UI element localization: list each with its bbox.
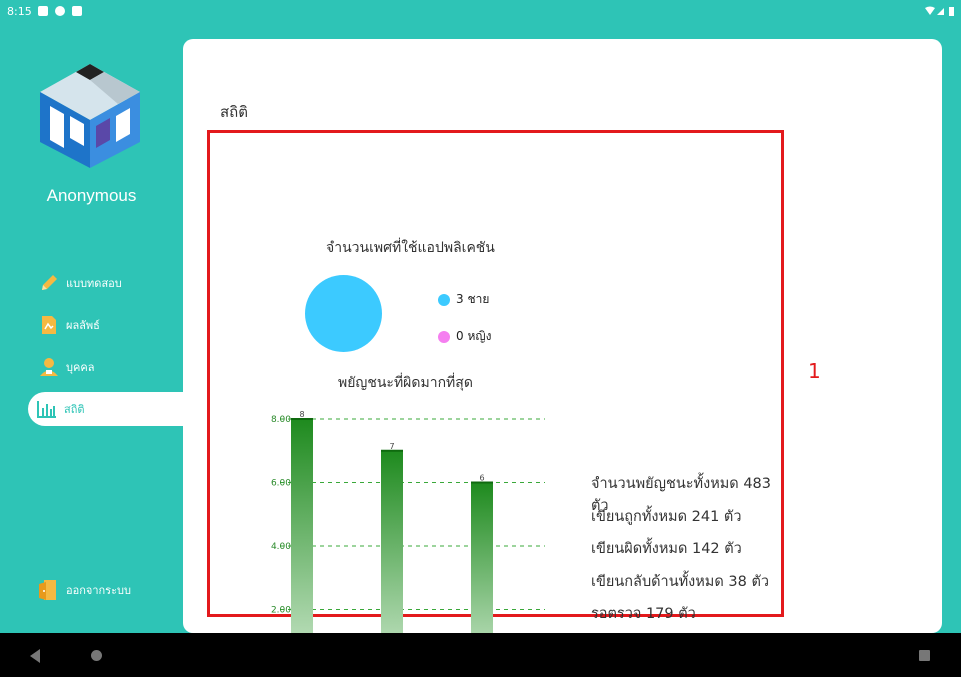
y-tick-label: 2.00: [271, 606, 291, 616]
page-title: สถิติ: [220, 103, 248, 121]
logout-label: ออกจากระบบ: [66, 584, 131, 597]
signal-battery-icon: [925, 6, 954, 16]
sidebar-item-statistics[interactable]: สถิติ: [28, 392, 183, 426]
sidebar-item-label: ผลลัพธ์: [66, 319, 100, 332]
home-icon[interactable]: [91, 650, 102, 661]
legend-item-male: 3 ชาย: [438, 290, 489, 309]
legend-label: 3 ชาย: [456, 292, 490, 306]
logout-button[interactable]: ออกจากระบบ: [30, 573, 183, 607]
door-exit-icon: [38, 579, 60, 601]
bar-value-label: 6: [479, 474, 484, 483]
stat-reversed: เขียนกลับด้านทั้งหมด 38 ตัว: [591, 573, 770, 590]
recent-apps-icon[interactable]: [919, 650, 930, 661]
legend-item-female: 0 หญิง: [438, 327, 491, 346]
sidebar-item-label: สถิติ: [64, 403, 85, 416]
bar-chart-title: พยัญชนะที่ผิดมากที่สุด: [338, 375, 473, 391]
pie-chart-title: จำนวนเพศที่ใช้แอปพลิเคชัน: [326, 240, 495, 256]
pencil-icon: [38, 272, 60, 294]
status-bar: 8:15: [0, 0, 961, 24]
bar-value-label: 8: [299, 410, 304, 419]
main-card: สถิติ จำนวนเพศที่ใช้แอปพลิเคชัน 3 ชาย 0 …: [183, 39, 942, 677]
sidebar-item-results[interactable]: ผลลัพธ์: [30, 308, 183, 342]
bar-value-label: 7: [389, 442, 394, 451]
app-logo-icon: [40, 64, 140, 168]
notification-icon: [38, 6, 48, 16]
y-tick-label: 4.00: [271, 542, 291, 552]
sidebar: Anonymous แบบทดสอบ ผลลัพธ์ บุคคล สถิติ อ…: [0, 24, 183, 634]
pie-slice-male: [305, 275, 382, 352]
stats-list: จำนวนพยัญชนะทั้งหมด 483 ตัว เขียนถูกทั้ง…: [591, 473, 781, 636]
stat-wrong: เขียนผิดทั้งหมด 142 ตัว: [591, 541, 742, 557]
bar-chart-icon: [36, 398, 58, 420]
sidebar-item-label: แบบทดสอบ: [66, 277, 122, 290]
stat-total: จำนวนพยัญชนะทั้งหมด 483 ตัว: [591, 476, 772, 514]
legend-label: 0 หญิง: [456, 329, 492, 343]
y-tick-label: 6.00: [271, 479, 291, 489]
highlight-box: จำนวนเพศที่ใช้แอปพลิเคชัน 3 ชาย 0 หญิง พ…: [207, 130, 784, 677]
stat-correct: เขียนถูกทั้งหมด 241 ตัว: [591, 508, 742, 525]
back-icon[interactable]: [30, 649, 40, 663]
notification-icon: [55, 6, 65, 16]
legend-dot: [438, 330, 450, 343]
stat-pending: รอตรวจ 179 ตัว: [591, 606, 696, 622]
sidebar-item-label: บุคคล: [66, 361, 95, 374]
y-tick-label: 8.00: [271, 415, 291, 425]
legend-dot: [438, 293, 450, 306]
navigation-bar: [0, 633, 961, 677]
sidebar-item-test[interactable]: แบบทดสอบ: [30, 266, 183, 300]
person-icon: [38, 356, 60, 378]
user-name: Anonymous: [46, 186, 137, 205]
sidebar-item-person[interactable]: บุคคล: [30, 350, 183, 384]
annotation-number: 1: [808, 359, 821, 383]
document-icon: [38, 314, 60, 336]
sd-card-icon: [72, 6, 82, 16]
status-time: 8:15: [7, 5, 32, 18]
